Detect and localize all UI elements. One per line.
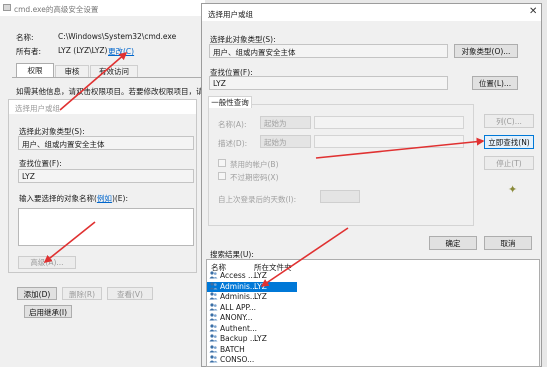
- arrow-to-find-now: [315, 137, 485, 159]
- arrow-to-advanced-button: [43, 221, 96, 263]
- arrow-to-change-link: [59, 51, 128, 111]
- annotation-arrows: [43, 51, 485, 287]
- arrow-to-administrators: [260, 227, 349, 287]
